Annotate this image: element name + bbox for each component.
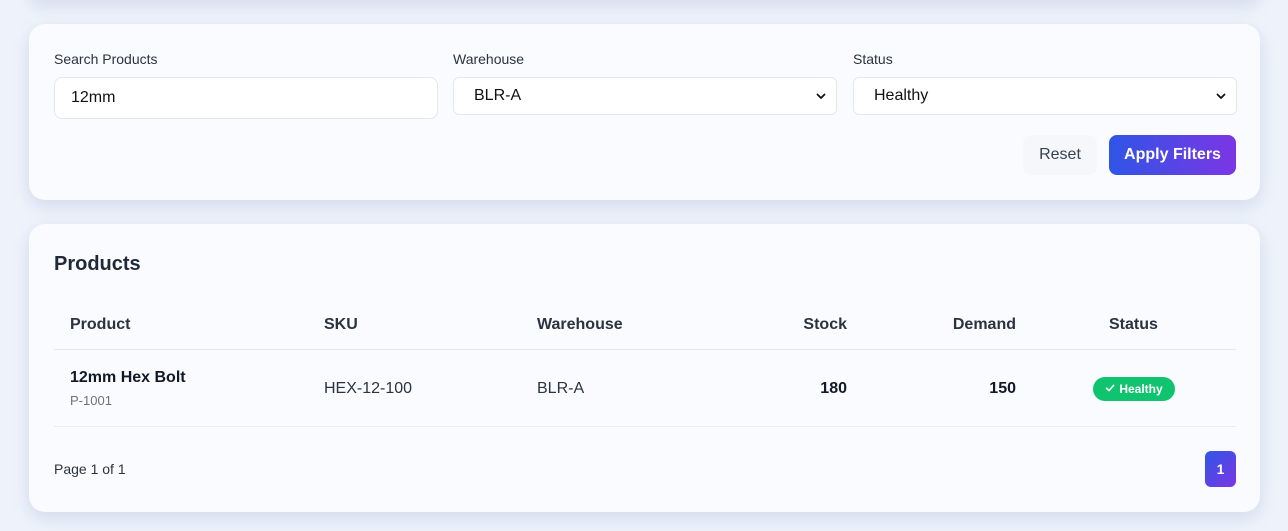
section-title: Products [54, 253, 141, 275]
status-select-value: Healthy [874, 87, 929, 104]
product-stock: 180 [820, 380, 847, 397]
product-name: 12mm Hex Bolt [70, 369, 186, 386]
warehouse-label: Warehouse [453, 51, 525, 67]
apply-filters-button[interactable]: Apply Filters [1109, 135, 1236, 175]
products-card: Products Product SKU Warehouse Stock Dem… [29, 224, 1260, 512]
column-header-warehouse[interactable]: Warehouse [537, 316, 623, 334]
status-select[interactable]: Healthy [853, 77, 1237, 115]
chevron-down-icon [1216, 91, 1226, 101]
column-header-demand[interactable]: Demand [953, 316, 1016, 334]
product-demand: 150 [989, 380, 1016, 397]
search-field-group: Search Products 12mm [54, 51, 438, 119]
column-header-sku[interactable]: SKU [324, 316, 358, 334]
status-badge-label: Healthy [1119, 382, 1163, 396]
search-label: Search Products [54, 51, 158, 67]
pagination-info: Page 1 of 1 [54, 461, 126, 477]
warehouse-select[interactable]: BLR-A [453, 77, 837, 115]
reset-button[interactable]: Reset [1023, 135, 1097, 175]
chevron-down-icon [816, 91, 826, 101]
column-header-status[interactable]: Status [1109, 316, 1158, 334]
product-warehouse: BLR-A [537, 380, 585, 397]
status-label: Status [853, 51, 893, 67]
table-row[interactable]: 12mm Hex Bolt P-1001 HEX-12-100 BLR-A 18… [54, 350, 1236, 427]
product-sku: HEX-12-100 [324, 380, 413, 397]
search-input[interactable]: 12mm [54, 77, 438, 119]
filters-card: Search Products 12mm Warehouse BLR-A Sta… [29, 24, 1260, 200]
product-id: P-1001 [70, 393, 112, 408]
table-header: Product SKU Warehouse Stock Demand Statu… [54, 302, 1236, 350]
warehouse-field-group: Warehouse BLR-A [453, 51, 837, 115]
status-field-group: Status Healthy [853, 51, 1237, 115]
status-badge: Healthy [1093, 377, 1175, 401]
column-header-product[interactable]: Product [70, 316, 130, 334]
products-table: Product SKU Warehouse Stock Demand Statu… [54, 302, 1236, 427]
check-icon [1105, 382, 1115, 396]
page-button-1[interactable]: 1 [1205, 451, 1236, 487]
column-header-stock[interactable]: Stock [803, 316, 847, 334]
warehouse-select-value: BLR-A [474, 87, 522, 104]
